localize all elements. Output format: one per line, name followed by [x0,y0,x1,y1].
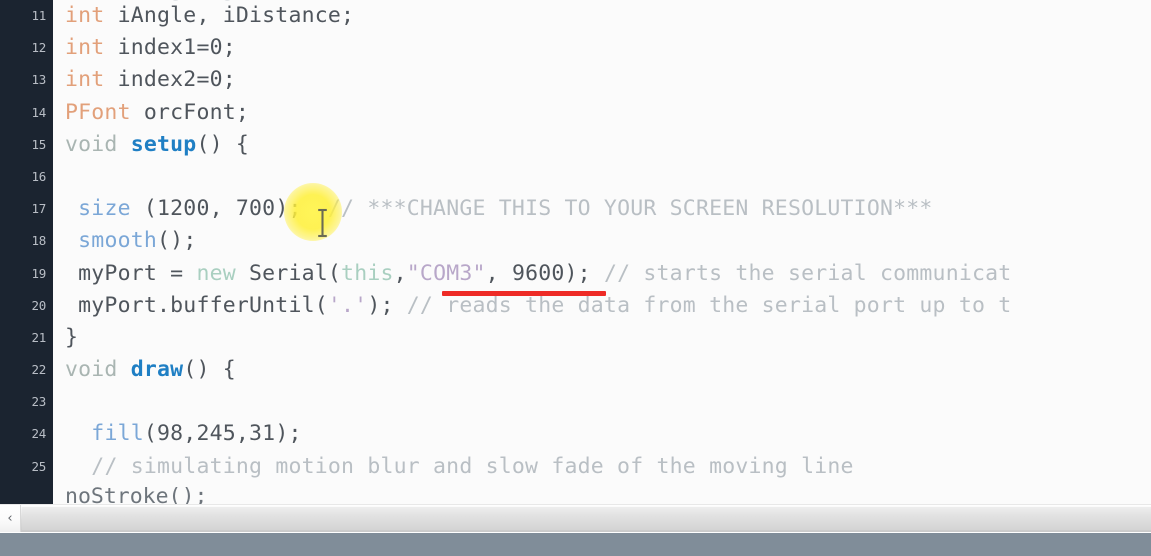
code-token: new [196,260,236,286]
bottom-status-panel [0,532,1151,556]
clipped-bottom-line: noStroke(); [65,487,208,504]
line-number: 20 [31,297,47,313]
line-number-gutter: 11 12 13 14 15 16 17 18 19 20 21 22 23 24 25 [0,0,53,504]
code-token: , 9600); [485,260,604,286]
code-token: (98,245,31); [143,421,302,447]
code-line[interactable]: void setup() { [65,129,1151,161]
line-number: 25 [31,458,47,474]
code-token: , [393,260,407,286]
code-token: orcFont; [130,99,250,125]
horizontal-scrollbar-track[interactable] [22,507,1151,530]
code-lines-container[interactable]: int iAngle, iDistance; int index1=0; int i… [53,0,1151,483]
line-number: 21 [31,329,47,345]
line-number: 17 [31,201,47,217]
code-token: ); [367,292,407,318]
code-token: index1=0; [104,35,236,61]
code-token: setup [130,131,197,157]
code-token: draw [130,357,184,383]
code-token: myPort = [65,260,197,286]
code-token: int [65,35,105,61]
code-token: "COM3" [406,260,486,286]
code-token: // simulating motion blur and slow fade … [91,453,854,479]
processing-editor-window: 11 12 13 14 15 16 17 18 19 20 21 22 23 24 25 tring ang… [0,0,1151,556]
code-token: } [65,324,79,350]
code-line[interactable]: int index1=0; [65,32,1151,64]
code-token: // starts the serial communicat [603,260,1012,286]
line-number: 18 [31,233,47,249]
code-line[interactable]: int index2=0; [65,64,1151,96]
code-line[interactable]: smooth(); [65,225,1151,257]
code-token: (1200, 700); [130,196,328,222]
line-number: 12 [31,40,47,56]
line-number: 22 [31,362,47,378]
code-editor-area[interactable]: 11 12 13 14 15 16 17 18 19 20 21 22 23 24 25 tring ang… [0,0,1151,504]
line-number: 16 [31,168,47,184]
code-token: size [78,196,131,222]
code-token: PFont [65,99,131,125]
code-token: // ***CHANGE THIS TO YOUR SCREEN RESOLUT… [327,196,933,222]
code-token: Serial( [235,260,342,286]
code-line[interactable]: myPort.bufferUntil('.'); // reads the da… [65,290,1151,322]
line-number: 15 [31,136,47,152]
code-token: int [65,67,105,93]
code-line[interactable]: fill(98,245,31); [65,418,1151,450]
code-token: this [341,260,394,286]
code-token: // reads the data from the serial port u… [406,292,1012,318]
code-scroll-viewport[interactable]: tring angle="", distance=""; int iAngle,… [53,0,1151,504]
code-token: void [65,131,118,157]
code-token: '.' [327,292,368,318]
clipped-top-line: tring angle="", distance=""; [118,0,480,6]
code-line[interactable] [65,386,1151,418]
code-token: (); [157,228,197,254]
line-number: 13 [31,72,47,88]
code-token: smooth [78,228,158,254]
scroll-left-arrow-icon[interactable]: ‹ [0,505,21,532]
code-line[interactable]: } [65,322,1151,354]
code-token: iAngle, iDistance; [104,3,355,28]
horizontal-scrollbar[interactable]: ‹ [0,504,1151,532]
code-token: myPort.bufferUntil( [65,292,328,318]
code-line[interactable] [65,161,1151,193]
code-line[interactable]: PFont orcFont; [65,97,1151,129]
code-token: fill [91,421,144,447]
code-token: void [65,357,118,383]
code-line[interactable]: void draw() { [65,354,1151,386]
line-number: 11 [31,8,47,23]
com3-red-underline-annotation [442,291,606,296]
line-number: 23 [31,394,47,410]
code-line[interactable]: myPort = new Serial(this,"COM3", 9600); … [65,258,1151,290]
code-token: index2=0; [104,67,236,93]
code-line[interactable]: // simulating motion blur and slow fade … [65,451,1151,483]
line-number: 24 [31,426,47,442]
code-token: int [65,3,105,28]
line-number: 14 [31,104,47,120]
code-line[interactable]: size (1200, 700); // ***CHANGE THIS TO Y… [65,193,1151,225]
line-number: 19 [31,265,47,281]
code-token: () { [196,131,250,157]
code-token: () { [183,357,236,383]
